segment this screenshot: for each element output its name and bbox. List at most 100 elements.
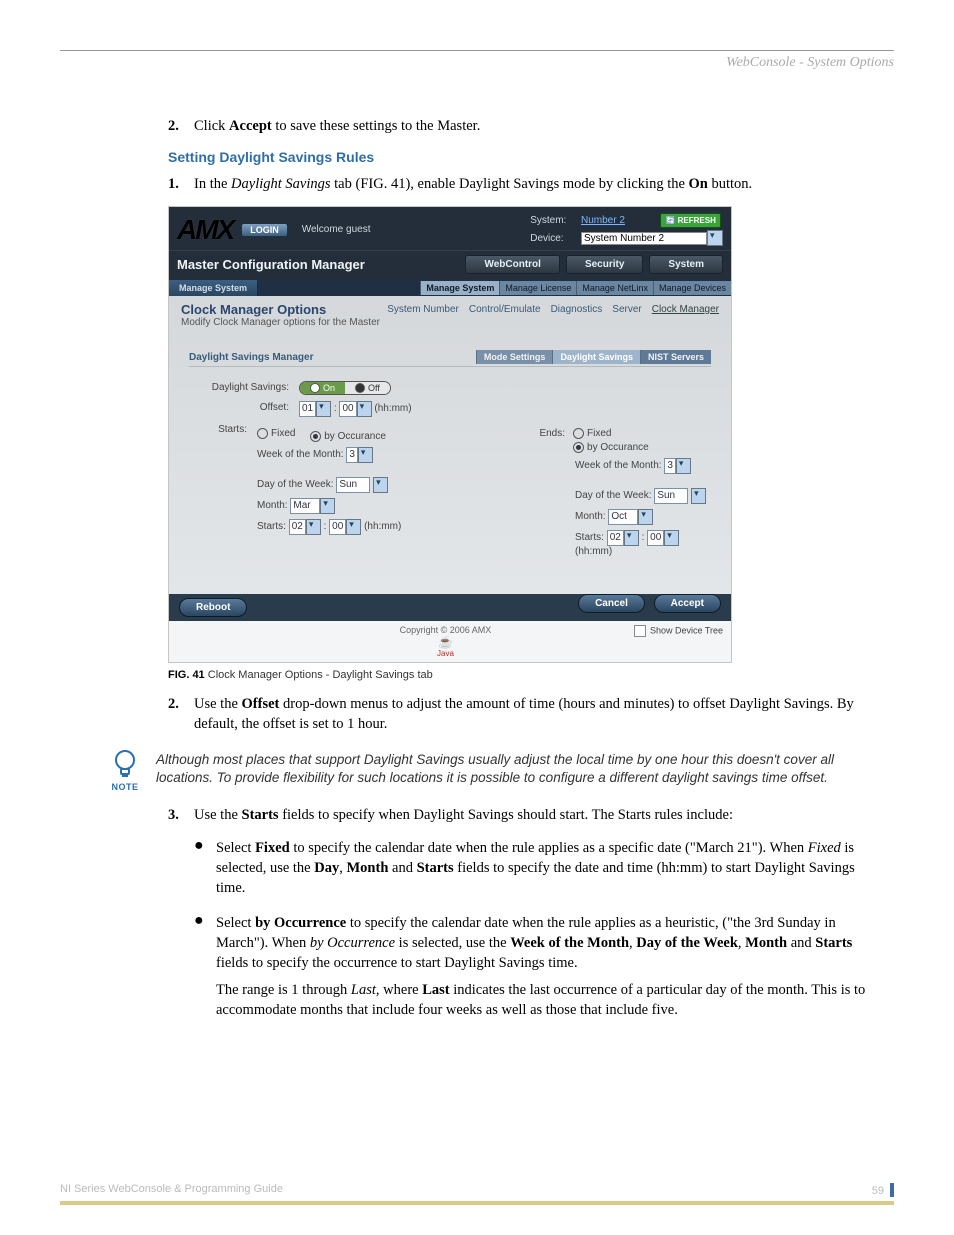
sub-tabs: Manage System Manage License Manage NetL…: [420, 281, 731, 295]
device-label: Device:: [530, 233, 578, 244]
label-daylight-savings: Daylight Savings:: [193, 381, 299, 393]
radio-icon: [310, 431, 321, 442]
midtab-clock-manager[interactable]: Clock Manager: [652, 304, 719, 315]
document-page: WebConsole - System Options 2. Click Acc…: [0, 0, 954, 1235]
page-number: 59: [872, 1185, 884, 1197]
header-rule: [60, 50, 894, 51]
tab-security[interactable]: Security: [566, 255, 643, 274]
dropdown-arrow-icon[interactable]: [373, 477, 388, 493]
ends-minute[interactable]: 00: [647, 530, 664, 546]
toggle-on[interactable]: On: [300, 382, 345, 394]
ends-fixed-radio[interactable]: Fixed: [573, 428, 611, 439]
subtab-manage-system[interactable]: Manage System: [420, 281, 499, 295]
system-value-link[interactable]: Number 2: [581, 215, 625, 226]
form-area: Daylight Savings: On Off Offset: 01 :: [189, 367, 711, 562]
starts-ends-columns: Fixed by Occurance Week of the Month: 3 …: [257, 423, 707, 562]
dropdown-arrow-icon[interactable]: [691, 488, 706, 504]
show-tree-checkbox[interactable]: [634, 625, 646, 637]
panel-tabs: Mode Settings Daylight Savings NIST Serv…: [476, 350, 711, 364]
step-text: Click Accept to save these settings to t…: [194, 117, 480, 137]
ptab-daylight-savings[interactable]: Daylight Savings: [552, 350, 640, 364]
amx-logo: AMX: [177, 214, 233, 246]
midtab-system-number[interactable]: System Number: [387, 304, 459, 315]
dropdown-arrow-icon[interactable]: [316, 401, 331, 417]
bullet-text: Select by Occurrence to specify the cale…: [216, 913, 870, 1026]
dropdown-arrow-icon[interactable]: [676, 458, 691, 474]
refresh-button[interactable]: 🔄 REFRESH: [660, 213, 720, 228]
device-select-arrow-icon[interactable]: [707, 230, 723, 246]
starts-minute[interactable]: 00: [329, 519, 346, 535]
midtab-control-emulate[interactable]: Control/Emulate: [469, 304, 541, 315]
ends-dow[interactable]: Sun: [654, 488, 688, 504]
welcome-text: Welcome guest: [302, 224, 371, 235]
system-device-box: System: Number 2 🔄 REFRESH Device: Syste…: [530, 213, 723, 246]
dropdown-arrow-icon[interactable]: [664, 530, 679, 546]
starts-month[interactable]: Mar: [290, 498, 320, 514]
row-starts-ends: Starts: Fixed by Occurance Week of the M…: [193, 423, 707, 562]
dropdown-arrow-icon[interactable]: [358, 447, 373, 463]
ss-body: Clock Manager Options Modify Clock Manag…: [169, 296, 731, 594]
figure-caption: FIG. 41 Clock Manager Options - Daylight…: [168, 669, 870, 681]
dropdown-arrow-icon[interactable]: [320, 498, 335, 514]
starts-fixed-radio[interactable]: Fixed: [257, 428, 295, 439]
dropdown-arrow-icon[interactable]: [624, 530, 639, 546]
running-header: WebConsole - System Options: [60, 55, 894, 71]
offset-hours[interactable]: 01: [299, 401, 316, 417]
cmo-title: Clock Manager Options: [181, 302, 380, 317]
manage-system-tab[interactable]: Manage System: [169, 280, 258, 296]
subtab-manage-netlinx[interactable]: Manage NetLinx: [576, 281, 653, 295]
tab-system[interactable]: System: [649, 255, 723, 274]
ptab-mode-settings[interactable]: Mode Settings: [476, 350, 553, 364]
cancel-button[interactable]: Cancel: [578, 594, 645, 613]
bullet-dot-icon: ●: [194, 913, 216, 1026]
dropdown-arrow-icon[interactable]: [306, 519, 321, 535]
ss-title-row: Master Configuration Manager WebControl …: [169, 250, 731, 280]
tab-webcontrol[interactable]: WebControl: [465, 255, 559, 274]
bullet-text: Select Fixed to specify the calendar dat…: [216, 838, 870, 905]
footer-title: NI Series WebConsole & Programming Guide: [60, 1183, 283, 1197]
ends-column: Ends: Fixed by Occurance Week of the Mon…: [527, 423, 707, 562]
ends-wom[interactable]: 3: [664, 458, 676, 474]
subtab-manage-license[interactable]: Manage License: [499, 281, 576, 295]
bullet-item: ● Select by Occurrence to specify the ca…: [194, 913, 870, 1026]
toggle-off[interactable]: Off: [345, 382, 390, 394]
figure-caption-text: Clock Manager Options - Daylight Savings…: [208, 669, 433, 681]
top-tabs: WebControl Security System: [465, 255, 723, 274]
step-text: In the Daylight Savings tab (FIG. 41), e…: [194, 175, 752, 195]
bullet-item: ● Select Fixed to specify the calendar d…: [194, 838, 870, 905]
ss-footer: Reboot Cancel Accept: [169, 594, 731, 621]
page-footer: NI Series WebConsole & Programming Guide…: [60, 1183, 894, 1205]
ss-header: AMX LOGIN Welcome guest System: Number 2…: [169, 207, 731, 250]
ends-byocc-radio[interactable]: by Occurance: [573, 442, 649, 453]
starts-byocc-radio[interactable]: by Occurance: [310, 431, 386, 442]
ss-bottom-bar: Copyright © 2006 AMX ☕ Java Show Device …: [169, 621, 731, 662]
radio-icon: [257, 428, 268, 439]
ends-hour[interactable]: 02: [607, 530, 624, 546]
midtab-server[interactable]: Server: [612, 304, 641, 315]
step-1: 1. In the Daylight Savings tab (FIG. 41)…: [168, 175, 870, 195]
label-offset: Offset:: [193, 401, 299, 413]
reboot-button[interactable]: Reboot: [179, 598, 247, 617]
midtab-diagnostics[interactable]: Diagnostics: [551, 304, 603, 315]
subtab-manage-devices[interactable]: Manage Devices: [653, 281, 731, 295]
bullet-list: ● Select Fixed to specify the calendar d…: [194, 838, 870, 1026]
radio-icon: [573, 428, 584, 439]
note-label: NOTE: [108, 782, 142, 792]
starts-dow[interactable]: Sun: [336, 477, 370, 493]
starts-wom[interactable]: 3: [346, 447, 358, 463]
accept-button[interactable]: Accept: [654, 594, 721, 613]
dropdown-arrow-icon[interactable]: [346, 519, 361, 535]
note-icon-wrapper: NOTE: [108, 746, 142, 792]
ds-toggle[interactable]: On Off: [299, 381, 391, 395]
ptab-nist-servers[interactable]: NIST Servers: [640, 350, 711, 364]
starts-hour[interactable]: 02: [289, 519, 306, 535]
row-daylight-savings: Daylight Savings: On Off: [193, 381, 707, 395]
dropdown-arrow-icon[interactable]: [638, 509, 653, 525]
dropdown-arrow-icon[interactable]: [357, 401, 372, 417]
offset-minutes[interactable]: 00: [339, 401, 356, 417]
copyright-text: Copyright © 2006 AMX: [257, 625, 634, 635]
device-select[interactable]: System Number 2: [581, 232, 707, 245]
login-button[interactable]: LOGIN: [241, 223, 288, 237]
cmo-row: Clock Manager Options Modify Clock Manag…: [181, 302, 719, 328]
ends-month[interactable]: Oct: [608, 509, 638, 525]
